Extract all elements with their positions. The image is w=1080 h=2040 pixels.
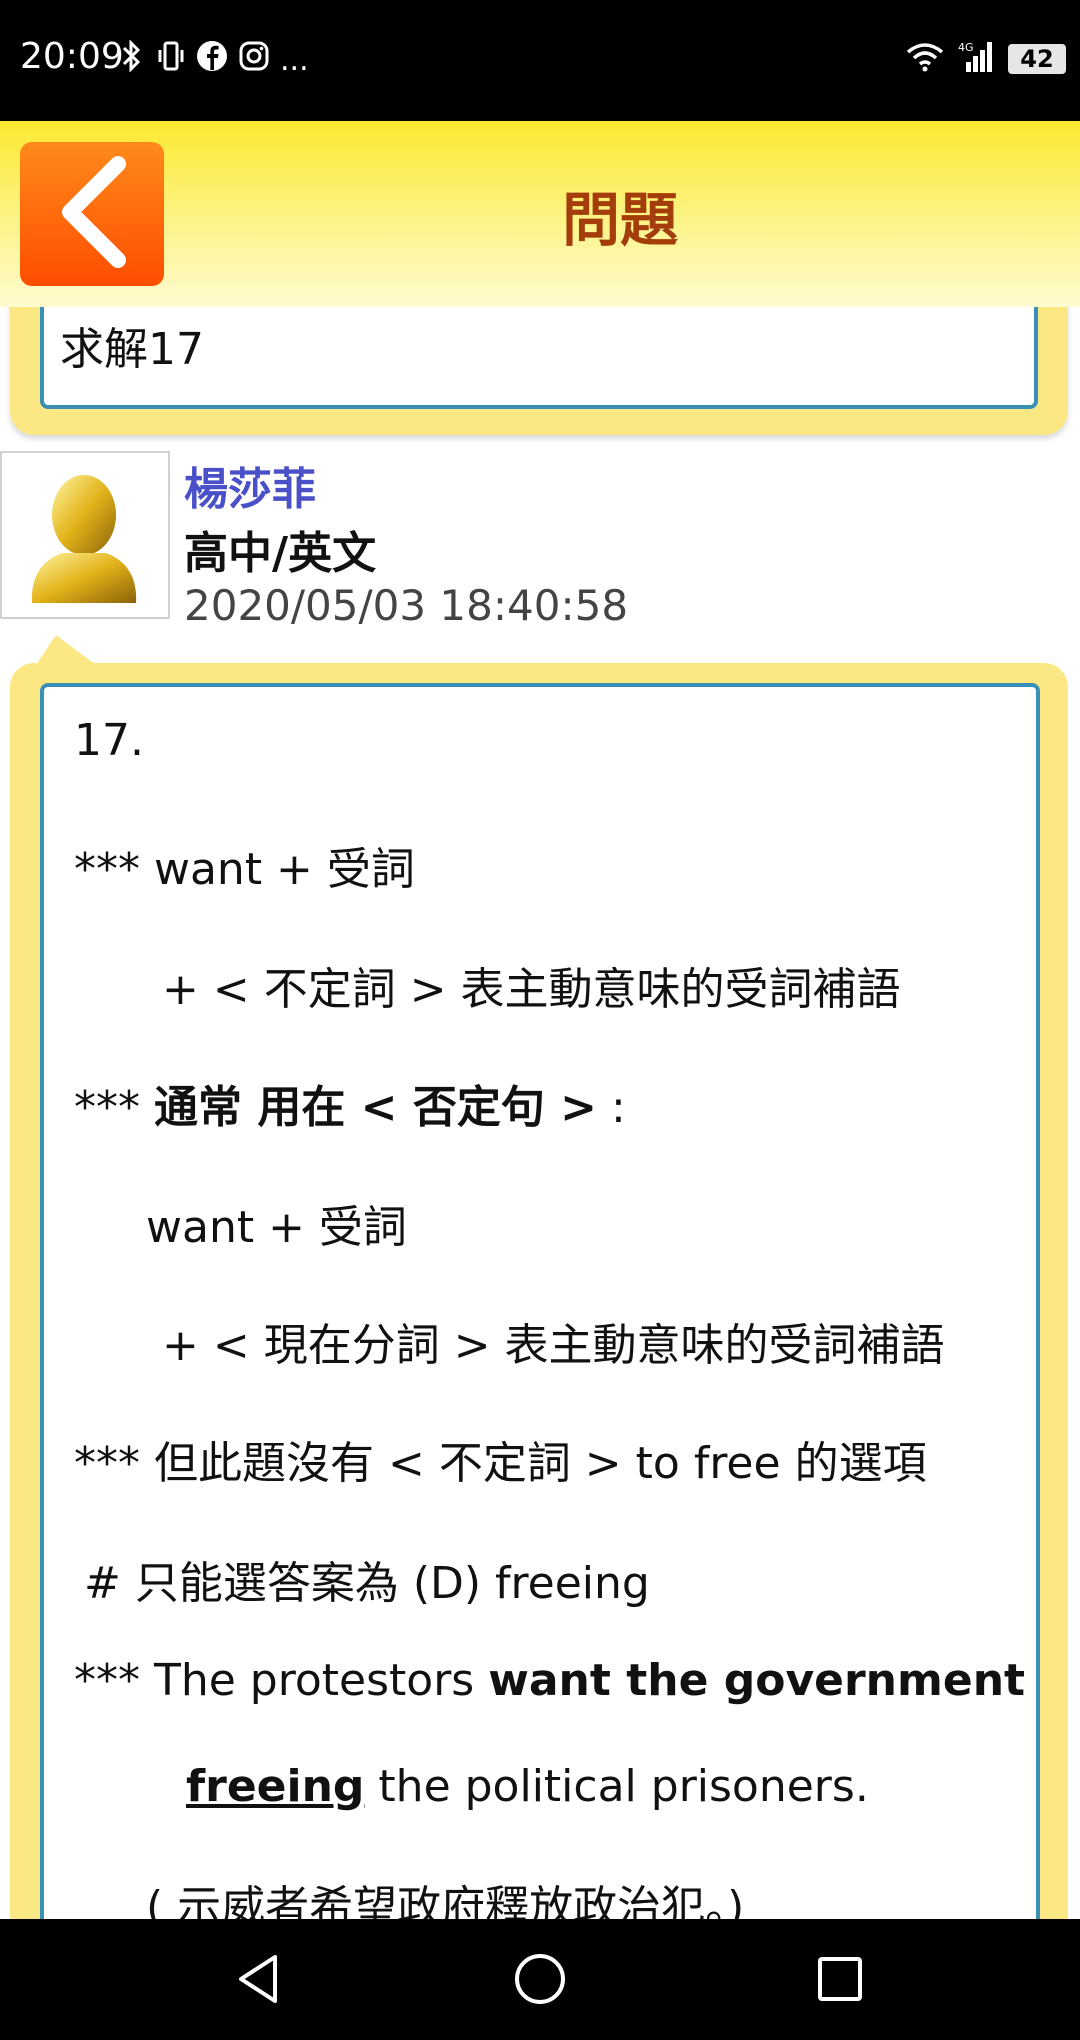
more-notifications: ...	[280, 42, 309, 78]
square-recent-icon	[816, 1955, 864, 2007]
answer-line-2: *** want + 受詞	[74, 844, 415, 895]
battery-indicator: 42	[1008, 44, 1066, 74]
status-time: 20:09	[20, 36, 124, 77]
svg-text:4G: 4G	[958, 41, 974, 54]
triangle-back-icon	[233, 1953, 283, 2009]
answer-line-4-bold: 通常 用在 < 否定句 >	[154, 1082, 598, 1133]
avatar[interactable]	[0, 451, 170, 619]
answer-line-10-rest: the political prisoners.	[364, 1761, 869, 1812]
answer-line-6: + < 現在分詞 > 表主動意味的受詞補語	[162, 1320, 945, 1371]
signal-4g-icon: 4G	[958, 40, 994, 78]
answer-line-5: want + 受詞	[146, 1202, 407, 1253]
system-nav-bar	[0, 1919, 1080, 2040]
thread-content[interactable]: 求解17 楊莎菲 高中/英文 2020/05/03 18:40:58 17. *…	[0, 307, 1080, 1919]
answer-datetime: 2020/05/03 18:40:58	[184, 581, 629, 630]
wifi-icon	[906, 42, 944, 76]
answer-line-10: freeing the political prisoners.	[186, 1761, 869, 1812]
answer-line-9-bold: want the government	[488, 1655, 1026, 1706]
author-subject: 高中/英文	[184, 528, 377, 579]
answer-card: 17. *** want + 受詞 + < 不定詞 > 表主動意味的受詞補語 *…	[10, 635, 1068, 1919]
user-avatar-icon	[2, 475, 168, 621]
answer-line-4-prefix: ***	[74, 1082, 154, 1133]
question-text: 求解17	[60, 324, 204, 375]
page-title: 問題	[561, 186, 678, 254]
question-inner: 求解17	[40, 307, 1038, 409]
answer-line-9-prefix: *** The protestors	[74, 1655, 489, 1706]
circle-home-icon	[512, 1951, 568, 2011]
question-card: 求解17	[10, 307, 1068, 435]
nav-back-button[interactable]	[226, 1949, 290, 2013]
status-bar: 20:09 ... 4G 42	[0, 0, 1080, 121]
answer-line-7: *** 但此題沒有 < 不定詞 > to free 的選項	[74, 1438, 927, 1489]
answer-line-10-bold: freeing	[186, 1761, 365, 1812]
nav-recent-button[interactable]	[808, 1949, 872, 2013]
vibrate-icon	[156, 40, 186, 80]
speech-tail	[36, 635, 96, 665]
facebook-icon	[196, 40, 228, 80]
answer-line-8: # 只能選答案為 (D) freeing	[84, 1558, 650, 1609]
answer-author-row: 楊莎菲 高中/英文 2020/05/03 18:40:58	[0, 445, 1080, 630]
answer-line-1: 17.	[74, 715, 144, 766]
instagram-icon	[238, 40, 270, 80]
answer-line-4-suffix: :	[597, 1082, 626, 1133]
answer-line-11: ( 示威者希望政府釋放政治犯。)	[146, 1882, 745, 1919]
status-left-icons: ...	[118, 39, 309, 80]
bluetooth-icon	[118, 39, 146, 80]
answer-line-3: + < 不定詞 > 表主動意味的受詞補語	[162, 964, 901, 1015]
answer-line-9: *** The protestors want the government	[74, 1655, 1025, 1706]
nav-home-button[interactable]	[508, 1949, 572, 2013]
answer-line-4: *** 通常 用在 < 否定句 > :	[74, 1071, 626, 1135]
author-name[interactable]: 楊莎菲	[184, 453, 316, 517]
status-right-icons: 4G 42	[906, 40, 1066, 78]
answer-inner: 17. *** want + 受詞 + < 不定詞 > 表主動意味的受詞補語 *…	[40, 683, 1040, 1919]
app-header: 問題	[0, 121, 1080, 307]
